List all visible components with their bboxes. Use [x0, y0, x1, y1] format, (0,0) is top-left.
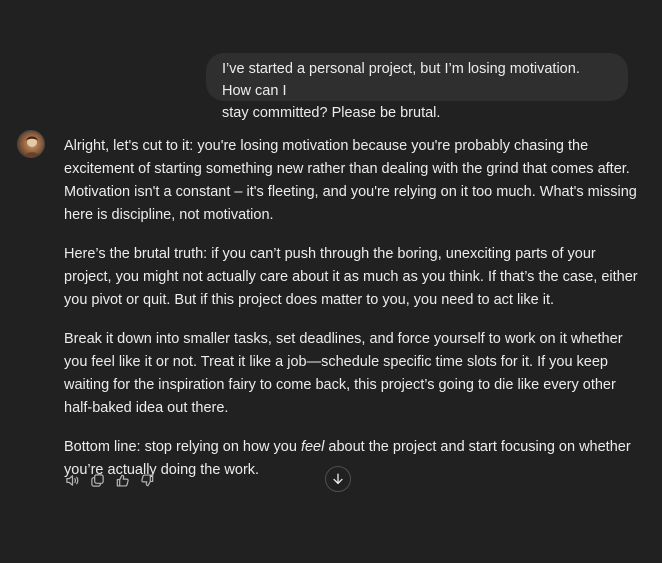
- assistant-paragraph-1: Alright, let's cut to it: you're losing …: [64, 138, 637, 223]
- assistant-avatar: [17, 130, 45, 158]
- user-message-line-2: stay committed? Please be brutal.: [222, 105, 441, 121]
- assistant-paragraph-3: Break it down into smaller tasks, set de…: [64, 331, 623, 416]
- thumbs-up-icon: [116, 474, 129, 487]
- thumbs-down-icon: [141, 473, 154, 486]
- paragraph-4-text-before: Bottom line: stop relying on how you: [64, 439, 301, 455]
- speaker-icon: [66, 474, 79, 486]
- assistant-paragraph-2: Here’s the brutal truth: if you can’t pu…: [64, 246, 638, 308]
- good-response-button[interactable]: [114, 472, 131, 489]
- copy-icon: [91, 473, 104, 487]
- assistant-message: Alright, let's cut to it: you're losing …: [64, 135, 644, 498]
- read-aloud-button[interactable]: [64, 472, 81, 489]
- paragraph-4-emphasis: feel: [300, 439, 325, 455]
- avatar-image-icon: [18, 131, 44, 157]
- copy-button[interactable]: [89, 472, 106, 489]
- user-message-bubble: I’ve started a personal project, but I’m…: [206, 53, 628, 121]
- user-message-line-1: I’ve started a personal project, but I’m…: [222, 61, 580, 99]
- scroll-to-bottom-button[interactable]: [325, 466, 351, 492]
- bad-response-button[interactable]: [139, 472, 156, 489]
- message-actions-bar: [64, 470, 156, 490]
- arrow-down-icon: [333, 473, 343, 485]
